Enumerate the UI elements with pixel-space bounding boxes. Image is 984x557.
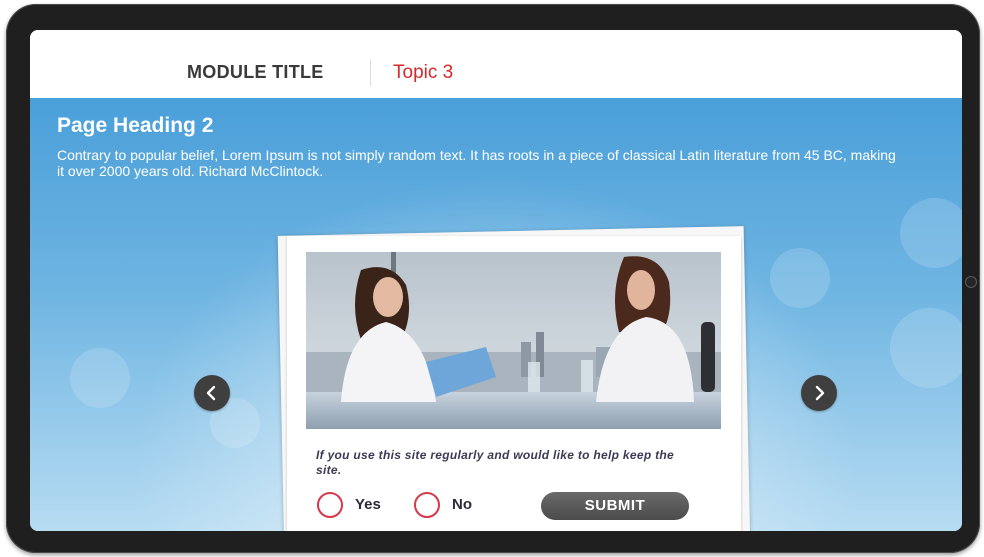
screen: MODULE TITLE Topic 3 Page Heading 2 Cont… [30,30,962,531]
chevron-left-icon [206,385,216,401]
module-title: MODULE TITLE [187,62,324,82]
prev-button[interactable] [194,375,230,411]
bokeh-circle [770,248,830,308]
body-text: Contrary to popular belief, Lorem Ipsum … [57,147,896,179]
title-divider [370,60,371,86]
chevron-right-icon [815,385,825,401]
option-no-label: No [452,496,472,513]
question-card: If you use this site regularly and would… [287,236,741,531]
top-bar: MODULE TITLE Topic 3 [30,30,962,98]
question-text: If you use this site regularly and would… [316,448,675,477]
page-heading: Page Heading 2 [57,114,214,137]
radio-no[interactable] [414,492,440,518]
content-area: Page Heading 2 Contrary to popular belie… [30,98,962,531]
option-yes-label: Yes [355,496,381,513]
bokeh-circle [890,308,962,388]
option-yes[interactable]: Yes [317,492,397,518]
tablet-frame: MODULE TITLE Topic 3 Page Heading 2 Cont… [6,4,980,553]
bokeh-circle [70,348,130,408]
radio-yes[interactable] [317,492,343,518]
submit-button[interactable]: SUBMIT [541,492,689,520]
tablet-home-button[interactable] [965,276,977,288]
bokeh-circle [900,198,962,268]
office-meeting-photo [306,252,721,429]
topic-label: Topic 3 [393,62,454,83]
next-button[interactable] [801,375,837,411]
option-no[interactable]: No [414,492,494,518]
